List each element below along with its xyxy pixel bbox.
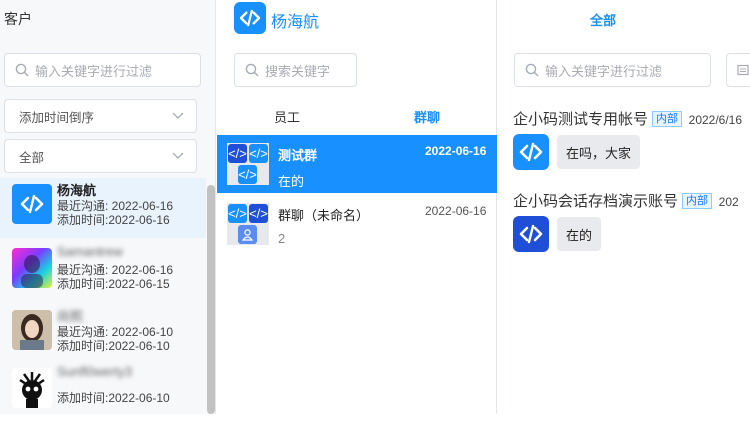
customer-added: 添加时间:2022-06-10: [57, 339, 170, 353]
message-sender: 企小码测试专用帐号: [513, 111, 649, 128]
sender-avatar: [513, 134, 549, 170]
customer-filter-input[interactable]: 输入关键字进行过滤: [4, 53, 201, 87]
code-logo-icon: </>: [249, 204, 268, 223]
code-logo-icon: [519, 142, 543, 162]
group-name: 群聊（未命名）: [278, 208, 370, 223]
chevron-down-icon: [172, 112, 184, 119]
message-header: 企小码会话存档演示账号 内部 202: [513, 190, 739, 211]
message-sender: 企小码会话存档演示账号: [513, 193, 679, 210]
staff-avatar: [234, 2, 266, 34]
customer-item[interactable]: Samantrew 最近沟通: 2022-06-16 添加时间:2022-06-…: [0, 242, 206, 302]
tab-group-chats[interactable]: 群聊: [357, 99, 497, 134]
staff-name: 杨海航: [271, 14, 320, 31]
message-time: 202: [718, 195, 739, 209]
code-logo-icon: [519, 224, 543, 244]
customer-panel: 客户 输入关键字进行过滤 添加时间倒序 全部 杨海航 最近沟通: 2022-06…: [0, 0, 216, 414]
scrollbar-thumb[interactable]: [207, 185, 215, 414]
code-logo-icon: [239, 9, 261, 27]
range-select[interactable]: 全部: [4, 139, 197, 173]
date-picker-button[interactable]: [726, 53, 750, 87]
customer-item[interactable]: 尚熙 最近沟通: 2022-06-10 添加时间:2022-06-10: [0, 304, 206, 364]
group-avatar: </> </>: [227, 203, 269, 245]
staff-tabs: 员工 群聊: [217, 99, 497, 134]
code-logo-icon: </>: [228, 204, 247, 223]
portrait-image: [12, 310, 52, 350]
chevron-down-icon: [172, 152, 184, 159]
search-icon: [15, 63, 29, 77]
code-logo-icon: </>: [238, 165, 257, 184]
group-last-message: 在的: [278, 174, 305, 189]
customer-name: Samantrew: [57, 244, 123, 259]
sender-avatar: [513, 216, 549, 252]
group-date: 2022-06-16: [425, 204, 487, 218]
customer-item[interactable]: Sunfl0werty3 添加时间:2022-06-10: [0, 362, 206, 422]
code-logo-icon: </>: [249, 144, 268, 163]
message-time: 2022/6/16: [688, 113, 743, 127]
staff-search-placeholder: 搜索关键字: [265, 63, 331, 79]
chat-panel: 全部 输入关键字进行过滤 企小码测试专用帐号 内部 2022/6/16 在吗，大家…: [498, 0, 750, 414]
customer-name: Sunfl0werty3: [57, 364, 133, 379]
staff-panel: 杨海航 搜索关键字 员工 群聊 </> </> </> 测试群 在的 2022-…: [217, 0, 497, 414]
chat-filter-input[interactable]: 输入关键字进行过滤: [514, 53, 711, 87]
customer-added: 添加时间:2022-06-10: [57, 391, 170, 405]
customer-added: 添加时间:2022-06-15: [57, 277, 170, 291]
customer-avatar: [12, 368, 52, 408]
code-logo-icon: </>: [228, 144, 247, 163]
customer-avatar: [12, 184, 52, 224]
tab-staff[interactable]: 员工: [217, 99, 357, 134]
chat-filter-placeholder: 输入关键字进行过滤: [545, 63, 663, 79]
internal-tag: 内部: [652, 111, 683, 127]
group-date: 2022-06-16: [425, 144, 487, 158]
group-last-message: 2: [278, 231, 286, 246]
silhouette-image: [21, 255, 43, 288]
customer-item[interactable]: 杨海航 最近沟通: 2022-06-16 添加时间:2022-06-16: [0, 178, 206, 238]
document-icon: [737, 64, 749, 76]
sort-select-value: 添加时间倒序: [19, 110, 95, 125]
search-icon: [245, 63, 259, 77]
user-icon: [238, 225, 257, 244]
customer-panel-title: 客户: [4, 11, 32, 27]
cartoon-image: [12, 368, 52, 408]
customer-added: 添加时间:2022-06-16: [57, 213, 170, 227]
sort-select[interactable]: 添加时间倒序: [4, 99, 197, 133]
customer-filter-placeholder: 输入关键字进行过滤: [35, 63, 153, 79]
customer-avatar: [12, 248, 52, 288]
code-logo-icon: [20, 194, 44, 214]
search-icon: [525, 63, 539, 77]
group-name: 测试群: [278, 148, 318, 163]
group-avatar: </> </> </>: [227, 143, 269, 185]
chat-tab-all[interactable]: 全部: [590, 10, 616, 29]
range-select-value: 全部: [19, 150, 45, 165]
customer-list-scrollbar[interactable]: [206, 185, 216, 414]
internal-tag: 内部: [682, 193, 713, 209]
customer-avatar: [12, 310, 52, 350]
message-bubble: 在吗，大家: [557, 135, 641, 169]
staff-search-input[interactable]: 搜索关键字: [234, 53, 357, 87]
group-item[interactable]: </> </> </> 测试群 在的 2022-06-16: [217, 135, 497, 193]
group-item[interactable]: </> </> 群聊（未命名） 2 2022-06-16: [217, 195, 497, 253]
message-bubble: 在的: [557, 217, 602, 251]
message-header: 企小码测试专用帐号 内部 2022/6/16: [513, 108, 742, 129]
